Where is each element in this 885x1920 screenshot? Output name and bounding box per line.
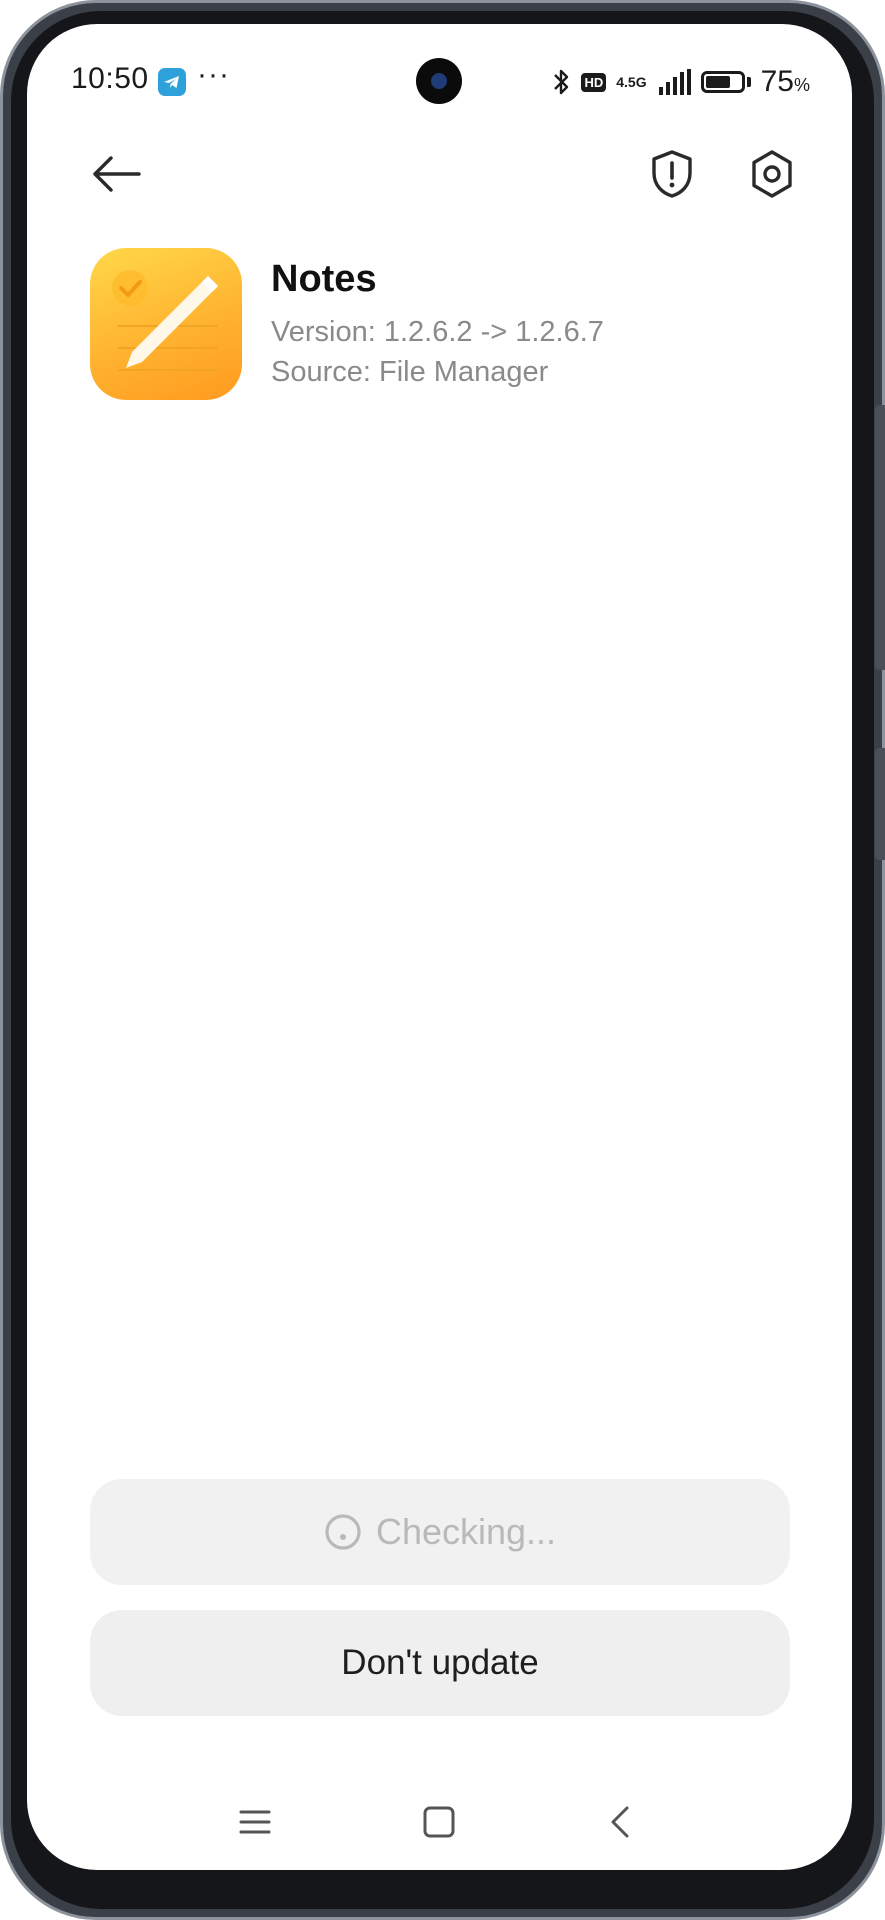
status-time: 10:50 (71, 62, 149, 95)
checking-label: Checking... (375, 1511, 557, 1552)
front-camera (416, 58, 462, 104)
more-notifications-icon: ··· (197, 58, 230, 91)
battery-percentage: 75% (761, 65, 810, 99)
nav-back-button[interactable] (601, 1802, 641, 1842)
settings-button[interactable] (737, 139, 807, 209)
notes-pencil-icon (90, 248, 242, 400)
battery-fill (705, 76, 731, 88)
app-source: Source: File Manager (271, 356, 549, 388)
arrow-left-icon (93, 156, 141, 192)
signal-strength-icon (658, 69, 691, 95)
square-home-icon (423, 1806, 455, 1838)
dont-update-label: Don't update (341, 1643, 539, 1682)
telegram-notification-icon (158, 68, 186, 96)
status-icons: HD 4.5G 75% (551, 64, 810, 100)
app-version: Version: 1.2.6.2 -> 1.2.6.7 (271, 316, 604, 348)
hexagon-gear-icon (752, 150, 792, 198)
battery-unit: % (793, 75, 810, 95)
bluetooth-icon (554, 69, 569, 95)
security-check-button[interactable] (637, 139, 707, 209)
menu-lines-icon (239, 1810, 271, 1834)
battery-icon (700, 71, 745, 93)
power-button (875, 748, 885, 860)
app-name: Notes (271, 258, 377, 300)
network-type-label: 4.5G (616, 74, 647, 90)
hd-voice-badge: HD (581, 72, 607, 92)
volume-button (875, 405, 885, 670)
back-button[interactable] (82, 139, 152, 209)
chevron-left-icon (611, 1806, 629, 1838)
nav-home-button[interactable] (419, 1802, 459, 1842)
loading-spinner-icon (325, 1514, 361, 1550)
nav-recents-button[interactable] (235, 1802, 275, 1842)
battery-value: 75 (760, 65, 794, 98)
status-bar: 10:50 ··· HD 4.5G 75% (27, 24, 852, 134)
dont-update-button[interactable]: Don't update (90, 1610, 790, 1716)
battery-cap (746, 77, 751, 87)
screen: 10:50 ··· HD 4.5G 75% Notes Version: 1.2… (27, 24, 852, 1870)
checking-button[interactable]: Checking... (90, 1479, 790, 1585)
shield-alert-icon (652, 150, 692, 198)
